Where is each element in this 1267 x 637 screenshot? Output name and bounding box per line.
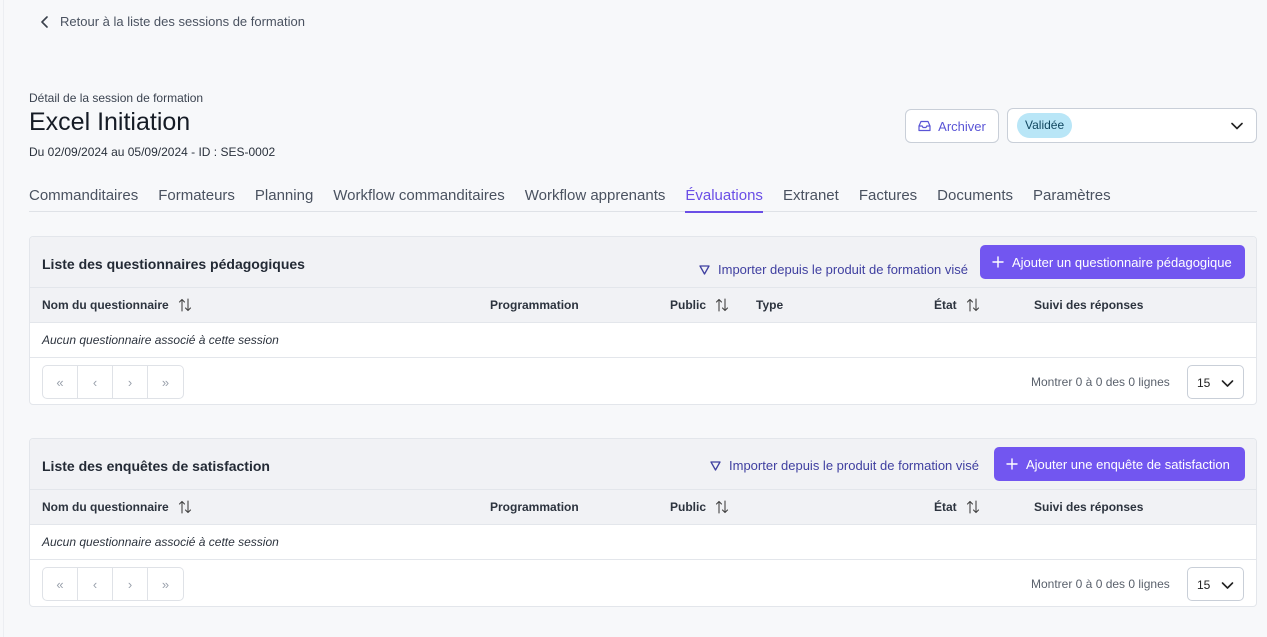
table-header: Nom du questionnaire Programmation Publi…	[30, 490, 1256, 525]
pagination: « ‹ › »	[42, 567, 184, 601]
previous-page-button[interactable]: ‹	[78, 366, 113, 398]
column-header-state[interactable]: État	[934, 500, 980, 514]
tab-extranet[interactable]: Extranet	[783, 183, 839, 212]
status-select[interactable]: Validée	[1007, 108, 1257, 143]
column-label: État	[934, 500, 957, 514]
first-page-button[interactable]: «	[43, 568, 78, 600]
chevron-left-icon	[41, 15, 48, 28]
chevron-down-icon	[1231, 122, 1243, 130]
import-link-label: Importer depuis le produit de formation …	[718, 262, 969, 277]
tab-documents[interactable]: Documents	[937, 183, 1013, 212]
sort-icon	[715, 298, 729, 312]
column-label: Nom du questionnaire	[42, 298, 169, 312]
pedagogical-questionnaires-card: Liste des questionnaires pédagogiques Im…	[29, 236, 1257, 405]
add-survey-button[interactable]: Ajouter une enquête de satisfaction	[994, 447, 1245, 481]
row-count: Montrer 0 à 0 des 0 lignes	[1031, 375, 1170, 389]
empty-message: Aucun questionnaire associé à cette sess…	[42, 333, 279, 347]
column-header-programming: Programmation	[490, 298, 579, 312]
page-subtitle: Détail de la session de formation	[29, 91, 204, 105]
empty-row: Aucun questionnaire associé à cette sess…	[30, 525, 1256, 560]
card-header: Liste des questionnaires pédagogiques Im…	[30, 237, 1256, 288]
column-label: Public	[670, 298, 707, 312]
filter-icon	[699, 264, 710, 275]
chevron-down-icon	[1221, 582, 1234, 589]
column-label: Public	[670, 500, 707, 514]
column-label: État	[934, 298, 957, 312]
page: Retour à la liste des sessions de format…	[3, 0, 1267, 637]
sort-icon	[178, 298, 191, 312]
sort-icon	[966, 500, 979, 514]
page-title: Excel Initiation	[29, 108, 191, 136]
tab-bar: Commanditaires Formateurs Planning Workf…	[29, 183, 1257, 213]
column-header-programming: Programmation	[490, 500, 579, 514]
page-size-select[interactable]: 15	[1187, 365, 1244, 399]
card-title: Liste des enquêtes de satisfaction	[42, 458, 270, 474]
import-from-product-link[interactable]: Importer depuis le produit de formation …	[710, 458, 979, 473]
pagination: « ‹ › »	[42, 365, 184, 399]
column-header-name[interactable]: Nom du questionnaire	[42, 500, 192, 514]
archive-button[interactable]: Archiver	[905, 109, 999, 143]
row-count: Montrer 0 à 0 des 0 lignes	[1031, 577, 1170, 591]
tab-planning[interactable]: Planning	[255, 183, 313, 212]
add-questionnaire-button[interactable]: Ajouter un questionnaire pédagogique	[980, 245, 1245, 279]
session-dates: Du 02/09/2024 au 05/09/2024 - ID : SES-0…	[29, 145, 276, 159]
last-page-button[interactable]: »	[148, 568, 183, 600]
column-header-tracking: Suivi des réponses	[1034, 500, 1144, 514]
sort-icon	[966, 298, 979, 312]
page-size-value: 15	[1197, 376, 1211, 390]
back-link-label: Retour à la liste des sessions de format…	[60, 14, 305, 29]
column-label: Nom du questionnaire	[42, 500, 169, 514]
page-size-value: 15	[1197, 578, 1211, 592]
tab-factures[interactable]: Factures	[859, 183, 917, 212]
next-page-button[interactable]: ›	[113, 568, 148, 600]
sort-icon	[178, 500, 191, 514]
satisfaction-surveys-card: Liste des enquêtes de satisfaction Impor…	[29, 438, 1257, 607]
next-page-button[interactable]: ›	[113, 366, 148, 398]
empty-message: Aucun questionnaire associé à cette sess…	[42, 535, 279, 549]
card-title: Liste des questionnaires pédagogiques	[42, 256, 305, 272]
first-page-button[interactable]: «	[43, 366, 78, 398]
tab-workflow-apprenants[interactable]: Workflow apprenants	[525, 183, 666, 212]
column-header-public[interactable]: Public	[670, 500, 729, 514]
column-header-name[interactable]: Nom du questionnaire	[42, 298, 192, 312]
previous-page-button[interactable]: ‹	[78, 568, 113, 600]
plus-icon	[992, 256, 1004, 268]
add-button-label: Ajouter une enquête de satisfaction	[1026, 456, 1230, 472]
column-header-type: Type	[756, 298, 784, 312]
tab-formateurs[interactable]: Formateurs	[158, 183, 235, 212]
tab-evaluations[interactable]: Évaluations	[685, 183, 763, 213]
archive-icon	[918, 120, 931, 132]
tab-parametres[interactable]: Paramètres	[1033, 183, 1111, 212]
column-header-state[interactable]: État	[934, 298, 980, 312]
status-badge: Validée	[1017, 113, 1073, 138]
column-header-tracking: Suivi des réponses	[1034, 298, 1144, 312]
archive-button-label: Archiver	[938, 118, 986, 134]
add-button-label: Ajouter un questionnaire pédagogique	[1012, 254, 1232, 270]
import-link-label: Importer depuis le produit de formation …	[729, 458, 980, 473]
tab-workflow-commanditaires[interactable]: Workflow commanditaires	[333, 183, 504, 212]
filter-icon	[710, 460, 721, 471]
chevron-down-icon	[1221, 380, 1234, 387]
sort-icon	[715, 500, 729, 514]
empty-row: Aucun questionnaire associé à cette sess…	[30, 323, 1256, 358]
back-link[interactable]: Retour à la liste des sessions de format…	[40, 14, 305, 29]
card-header: Liste des enquêtes de satisfaction Impor…	[30, 439, 1256, 490]
last-page-button[interactable]: »	[148, 366, 183, 398]
table-header: Nom du questionnaire Programmation Publi…	[30, 288, 1256, 323]
tab-commanditaires[interactable]: Commanditaires	[29, 183, 138, 212]
column-header-public[interactable]: Public	[670, 298, 729, 312]
import-from-product-link[interactable]: Importer depuis le produit de formation …	[699, 262, 968, 277]
page-size-select[interactable]: 15	[1187, 567, 1244, 601]
plus-icon	[1006, 458, 1018, 470]
